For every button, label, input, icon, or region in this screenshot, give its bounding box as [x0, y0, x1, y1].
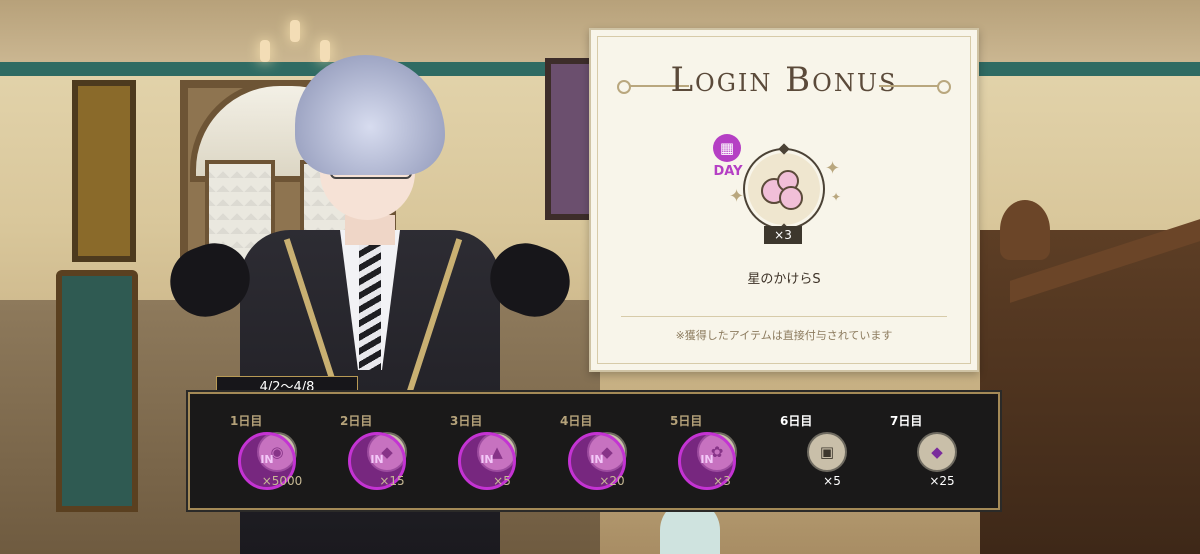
calendar-day-7: 7日目 ◆ ×25 — [862, 404, 972, 500]
calendar-day-5: 5日目 ✿ IN ×3 — [642, 404, 752, 500]
divider — [621, 316, 947, 317]
day-number: 4日目 — [560, 414, 593, 428]
day-number: 5日目 — [670, 414, 703, 428]
day-number: 3日目 — [450, 414, 483, 428]
login-calendar-bar: 1日目 ◉ IN ×5000 2日目 ◆ IN ×15 3日目 ▲ IN ×5 … — [188, 392, 1000, 510]
green-chair — [56, 270, 138, 512]
day-quantity: ×3 — [713, 474, 731, 488]
calendar-icon: ▦ — [713, 134, 741, 162]
day-number: 6日目 — [780, 414, 813, 428]
calendar-day-6: 6日目 ▣ ×5 — [752, 404, 862, 500]
sugar-cubes-icon: ▣ — [819, 443, 835, 461]
purple-gem-icon: ◆ — [931, 443, 943, 461]
calendar-day-4: 4日目 ◆ IN ×20 — [532, 404, 642, 500]
title-flourish-right — [879, 80, 951, 94]
day-quantity: ×5000 — [261, 474, 303, 488]
login-bonus-title: Login Bonus — [670, 60, 898, 100]
day-quantity: ×20 — [599, 474, 625, 488]
sparkle-icon: ✦ — [825, 158, 841, 179]
day-number: 7日目 — [890, 414, 923, 428]
reward-note: ※獲得したアイテムは直接付与されています — [675, 329, 893, 342]
calendar-day-3: 3日目 ▲ IN ×5 — [422, 404, 532, 500]
day-number: 2日目 — [340, 414, 373, 428]
day-number: 1日目 — [230, 414, 263, 428]
striped-tie — [359, 240, 381, 370]
login-bonus-card: Login Bonus ▦ DAY ✦ ✦ ✦ ×3 星のかけらS ※獲得したア… — [589, 28, 979, 372]
calendar-day-2: 2日目 ◆ IN ×15 — [312, 404, 422, 500]
day-quantity: ×5 — [823, 474, 841, 488]
newel-finial — [1000, 200, 1050, 260]
star-fragment-icon — [761, 170, 805, 210]
reward-quantity: ×3 — [764, 226, 802, 244]
reward-item-name: 星のかけらS — [747, 272, 821, 287]
day-item-frame: ▣ — [807, 432, 847, 472]
sparkle-icon: ✦ — [729, 186, 745, 207]
wall-painting-left — [72, 80, 136, 262]
day-quantity: ×5 — [493, 474, 511, 488]
calendar-day-1: 1日目 ◉ IN ×5000 — [202, 404, 312, 500]
day-quantity: ×25 — [929, 474, 955, 488]
reward-item-frame — [743, 148, 825, 230]
day-item-frame: ◆ — [917, 432, 957, 472]
character-hair — [295, 55, 445, 175]
sparkle-icon: ✦ — [831, 190, 842, 204]
day-quantity: ×15 — [379, 474, 405, 488]
